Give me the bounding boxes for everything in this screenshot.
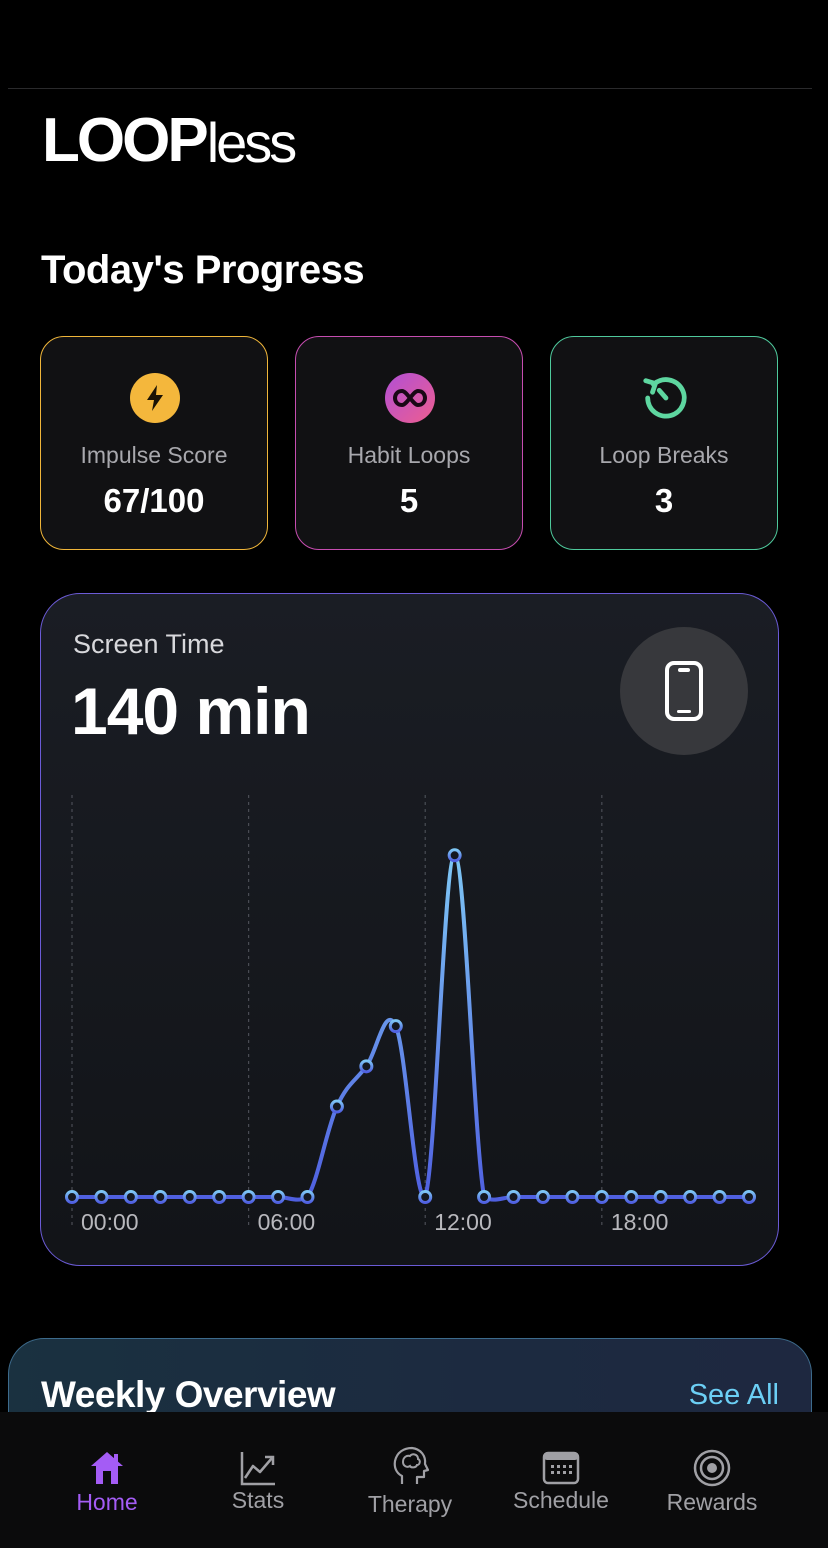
tab-rewards-label: Rewards xyxy=(666,1489,758,1515)
x-tick-label: 12:00 xyxy=(434,1209,492,1235)
data-point xyxy=(535,1190,550,1204)
screen-time-value: 140 min xyxy=(71,674,311,748)
habit-loops-value: 5 xyxy=(399,482,419,519)
data-point xyxy=(329,1099,344,1114)
data-point xyxy=(418,1190,433,1204)
data-point xyxy=(271,1190,286,1204)
data-point xyxy=(594,1190,609,1204)
data-point xyxy=(300,1190,315,1204)
restart-timer-icon xyxy=(640,373,690,423)
brain-head-icon xyxy=(393,1446,430,1484)
data-point xyxy=(182,1190,197,1204)
top-divider xyxy=(8,88,812,89)
logo-bold-text: LOOP xyxy=(42,106,209,175)
tab-home-label: Home xyxy=(76,1489,138,1515)
tab-rewards[interactable]: Rewards xyxy=(637,1412,787,1548)
lightning-bolt-icon xyxy=(130,373,180,423)
habit-loops-label: Habit Loops xyxy=(347,442,471,468)
target-icon xyxy=(693,1449,731,1487)
x-tick-label: 00:00 xyxy=(81,1209,139,1235)
screen-time-card[interactable]: 00:00 06:00 12:00 18:00 Screen Time 140 min xyxy=(40,593,779,1266)
tab-therapy-label: Therapy xyxy=(367,1491,453,1517)
data-point xyxy=(742,1190,756,1204)
data-point xyxy=(65,1190,79,1204)
data-point xyxy=(212,1190,227,1204)
data-point xyxy=(477,1190,492,1204)
data-point xyxy=(359,1059,374,1074)
impulse-score-label: Impulse Score xyxy=(80,442,228,468)
loop-breaks-value: 3 xyxy=(654,482,674,519)
tab-schedule[interactable]: Schedule xyxy=(486,1412,636,1548)
tab-home[interactable]: Home xyxy=(32,1412,182,1548)
loop-breaks-label: Loop Breaks xyxy=(599,442,729,468)
tab-stats[interactable]: Stats xyxy=(183,1412,333,1548)
tab-stats-label: Stats xyxy=(231,1487,285,1513)
data-point xyxy=(123,1190,138,1204)
data-point xyxy=(683,1190,698,1204)
x-tick-label: 18:00 xyxy=(611,1209,669,1235)
impulse-score-value: 67/100 xyxy=(103,482,205,519)
data-point xyxy=(153,1190,168,1204)
data-point xyxy=(653,1190,668,1204)
data-point xyxy=(388,1019,403,1034)
screen-time-label: Screen Time xyxy=(73,629,225,659)
home-icon xyxy=(91,1452,123,1484)
data-point xyxy=(712,1190,727,1204)
data-point xyxy=(506,1190,521,1204)
impulse-score-card[interactable]: Impulse Score 67/100 xyxy=(40,336,268,550)
logo-light-text: less xyxy=(206,111,298,174)
data-point xyxy=(624,1190,639,1204)
screen-time-line xyxy=(70,853,751,1202)
data-point xyxy=(94,1190,109,1204)
infinity-icon xyxy=(385,373,435,423)
section-title: Today's Progress xyxy=(41,248,365,292)
data-point xyxy=(241,1190,256,1204)
see-all-link[interactable]: See All xyxy=(689,1377,779,1413)
data-point xyxy=(447,848,462,863)
chart-icon xyxy=(240,1452,275,1486)
data-point xyxy=(565,1190,580,1204)
x-tick-label: 06:00 xyxy=(258,1209,316,1235)
habit-loops-card[interactable]: Habit Loops 5 xyxy=(295,336,523,550)
bottom-tab-bar: Home Stats Therapy Schedule Rewards xyxy=(0,1412,828,1548)
tab-therapy[interactable]: Therapy xyxy=(335,1412,485,1548)
tab-schedule-label: Schedule xyxy=(513,1487,609,1513)
calendar-icon xyxy=(542,1451,580,1485)
loop-breaks-card[interactable]: Loop Breaks 3 xyxy=(550,336,778,550)
weekly-overview-title: Weekly Overview xyxy=(41,1374,336,1415)
phone-icon xyxy=(665,661,703,721)
app-logo: LOOP less xyxy=(42,106,298,175)
phone-badge[interactable] xyxy=(620,627,748,755)
